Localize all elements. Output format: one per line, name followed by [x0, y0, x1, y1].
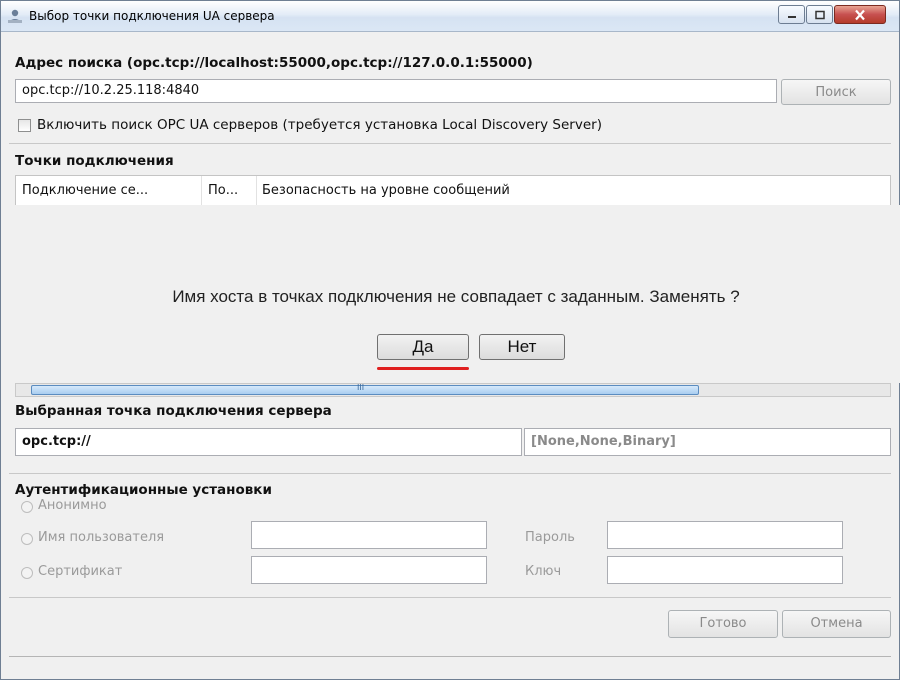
discovery-checkbox[interactable]	[18, 119, 31, 132]
endpoints-heading: Точки подключения	[15, 153, 174, 169]
anonymous-radio[interactable]	[21, 501, 33, 513]
scrollbar-grip: III	[357, 383, 365, 392]
maximize-button[interactable]	[806, 5, 833, 24]
done-button[interactable]: Готово	[668, 610, 778, 638]
certificate-input[interactable]	[251, 556, 487, 584]
highlight-underline	[377, 367, 469, 370]
separator	[9, 143, 891, 144]
selected-endpoint-url[interactable]: opc.tcp://	[15, 428, 522, 456]
status-bar	[9, 656, 891, 679]
yes-button[interactable]: Да	[377, 334, 469, 360]
cancel-button[interactable]: Отмена	[782, 610, 891, 638]
window-title: Выбор точки подключения UA сервера	[29, 9, 275, 23]
scrollbar-thumb[interactable]: III	[31, 383, 699, 395]
anonymous-label: Анонимно	[38, 498, 107, 513]
endpoints-table-header: Подключение се... По... Безопасность на …	[15, 175, 891, 206]
search-address-input[interactable]: opc.tcp://10.2.25.118:4840	[15, 79, 777, 103]
password-input[interactable]	[607, 521, 843, 549]
column-divider	[256, 176, 257, 206]
close-button[interactable]	[834, 5, 886, 24]
certificate-label: Сертификат	[38, 564, 123, 579]
auth-heading: Аутентификационные установки	[15, 482, 272, 498]
username-label: Имя пользователя	[38, 530, 165, 545]
search-address-heading: Адрес поиска (opc.tcp://localhost:55000,…	[15, 55, 533, 71]
prompt-message: Имя хоста в точках подключения не совпад…	[172, 287, 740, 306]
password-label: Пароль	[525, 530, 575, 545]
horizontal-scrollbar[interactable]: III	[15, 383, 891, 397]
dialog-window: Выбор точки подключения UA сервера Адрес…	[0, 0, 900, 680]
selected-security-mode: [None,None,Binary]	[524, 428, 891, 456]
column-divider	[201, 176, 202, 206]
separator	[9, 597, 891, 598]
maximize-icon	[814, 10, 825, 19]
username-input[interactable]	[251, 521, 487, 549]
server-user-icon	[8, 9, 22, 23]
column-policy[interactable]: По...	[208, 183, 238, 198]
column-connection[interactable]: Подключение се...	[22, 183, 148, 198]
close-icon	[855, 9, 865, 20]
minimize-icon	[787, 15, 796, 18]
no-button[interactable]: Нет	[479, 334, 565, 360]
title-bar[interactable]: Выбор точки подключения UA сервера	[1, 1, 899, 32]
separator	[9, 473, 891, 474]
minimize-button[interactable]	[778, 5, 805, 24]
hostname-prompt: Имя хоста в точках подключения не совпад…	[11, 205, 900, 383]
column-message-security[interactable]: Безопасность на уровне сообщений	[262, 183, 510, 198]
discovery-checkbox-label: Включить поиск OPC UA серверов (требуетс…	[37, 117, 602, 133]
selected-endpoint-heading: Выбранная точка подключения сервера	[15, 403, 332, 419]
certificate-radio[interactable]	[21, 567, 33, 579]
key-label: Ключ	[525, 564, 562, 579]
search-button[interactable]: Поиск	[781, 79, 891, 105]
username-radio[interactable]	[21, 533, 33, 545]
key-input[interactable]	[607, 556, 843, 584]
